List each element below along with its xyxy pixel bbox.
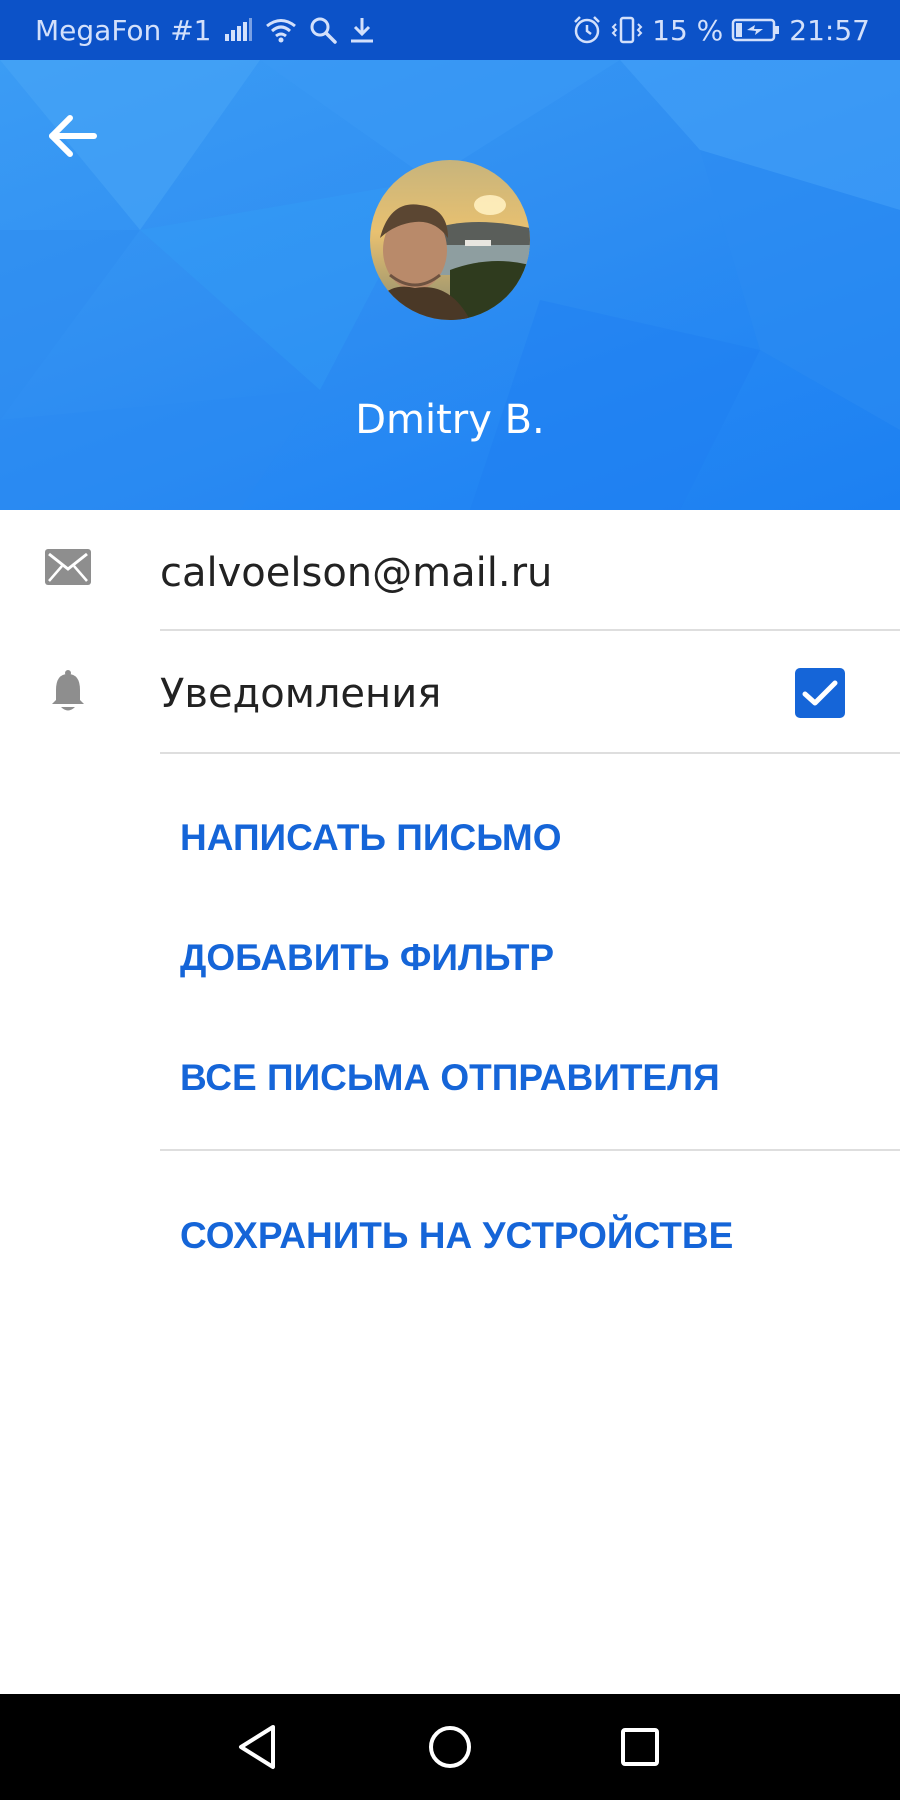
avatar[interactable] [370, 160, 530, 320]
divider [160, 1149, 900, 1151]
status-bar-right: 15 % 21:57 [572, 14, 870, 47]
battery-charging-icon [732, 18, 780, 42]
navigation-bar [0, 1694, 900, 1800]
arrow-left-icon [49, 115, 97, 157]
mail-icon [44, 543, 92, 591]
circle-home-icon [429, 1726, 471, 1768]
signal-icon [225, 18, 253, 41]
clock: 21:57 [789, 13, 870, 47]
square-recents-icon [621, 1728, 659, 1766]
wifi-icon [266, 19, 297, 43]
email-address[interactable]: calvoelson@mail.ru [160, 549, 552, 597]
divider [160, 629, 900, 631]
checkmark-icon [802, 680, 838, 706]
write-letter-button[interactable]: НАПИСАТЬ ПИСЬМО [180, 816, 561, 860]
bell-icon [44, 668, 92, 716]
carrier-name: MegaFon #1 [35, 13, 212, 47]
notifications-label: Уведомления [160, 671, 442, 717]
alarm-icon [574, 16, 601, 44]
back-nav-button[interactable] [224, 1714, 290, 1780]
notifications-checkbox[interactable] [795, 668, 845, 718]
profile-header: Dmitry B. [0, 60, 900, 510]
status-bar: MegaFon #1 15 % 21:57 [0, 0, 900, 60]
recents-button[interactable] [607, 1714, 673, 1780]
save-on-device-button[interactable]: СОХРАНИТЬ НА УСТРОЙСТВЕ [180, 1214, 733, 1258]
all-sender-letters-button[interactable]: ВСЕ ПИСЬМА ОТПРАВИТЕЛЯ [180, 1056, 720, 1100]
download-icon [351, 18, 374, 43]
back-button[interactable] [34, 98, 110, 174]
avatar-photo [370, 160, 530, 320]
vibrate-icon [611, 16, 643, 44]
add-filter-button[interactable]: ДОБАВИТЬ ФИЛЬТР [180, 936, 554, 980]
home-button[interactable] [417, 1714, 483, 1780]
divider [160, 752, 900, 754]
status-bar-left: MegaFon #1 [35, 14, 375, 47]
search-icon [310, 17, 338, 44]
profile-name: Dmitry B. [355, 397, 545, 443]
triangle-back-icon [239, 1725, 275, 1769]
battery-percent: 15 % [652, 13, 724, 47]
